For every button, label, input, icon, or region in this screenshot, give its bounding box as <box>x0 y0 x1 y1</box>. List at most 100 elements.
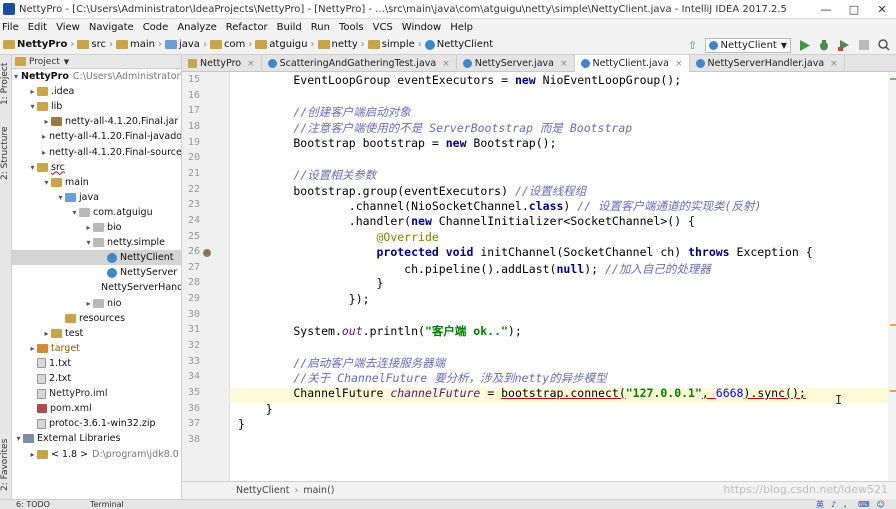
chevron-down-icon[interactable]: ▾ <box>28 102 37 111</box>
menu-item-refactor[interactable]: Refactor <box>226 22 268 33</box>
tree-item[interactable]: ▾ External Libraries <box>12 431 181 446</box>
close-icon[interactable]: × <box>247 59 255 69</box>
breadcrumb-item[interactable]: NettyClient <box>424 39 493 50</box>
editor-tab[interactable]: ScatteringAndGatheringTest.java × <box>262 55 457 72</box>
menu-item-file[interactable]: File <box>2 22 19 33</box>
tab-structure-tool[interactable]: 2: Structure <box>0 123 12 183</box>
tree-item[interactable]: ▸netty-all-4.1.20.Final-sources.jar <box>12 145 181 160</box>
override-marker-icon[interactable] <box>202 248 212 258</box>
tree-item[interactable]: ▸ < 1.8 > D:\program\jdk8.0 <box>12 447 181 462</box>
menu-item-help[interactable]: Help <box>450 22 473 33</box>
chevron-down-icon[interactable]: ▾ <box>42 178 51 187</box>
tree-item[interactable]: NettyClient <box>12 250 181 266</box>
tree-item[interactable]: ▸ netty-all-4.1.20.Final.jar <box>12 114 181 129</box>
tree-item[interactable]: ▾ netty.simple <box>12 235 181 250</box>
close-icon[interactable]: × <box>830 59 838 69</box>
chevron-down-icon[interactable]: ▾ <box>70 208 79 217</box>
tree-item[interactable]: NettyServer <box>12 265 181 280</box>
maximize-button[interactable]: □ <box>840 0 868 19</box>
tab-favorites-tool[interactable]: 2: Favorites <box>0 435 12 495</box>
chevron-right-icon[interactable]: ▸ <box>84 223 93 232</box>
code-editor[interactable]: 15 16 17 18 19 20 21 22 23 24 25 26 27 28 29 30 31 32 33 34… <box>182 72 896 481</box>
editor-tab[interactable]: NettyServer.java × <box>457 55 575 72</box>
chevron-down-icon[interactable]: ▼ <box>64 58 69 66</box>
warning-marker[interactable] <box>890 390 896 392</box>
tree-item[interactable]: ▸ bio <box>12 220 181 235</box>
editor-tab[interactable]: NettyPro × <box>182 55 262 72</box>
debug-icon[interactable] <box>816 37 832 53</box>
breadcrumb-item[interactable]: main › <box>115 39 162 50</box>
tab-terminal[interactable]: Terminal <box>90 500 124 509</box>
close-icon[interactable]: × <box>560 59 568 69</box>
tree-item[interactable]: 2.txt <box>12 371 181 386</box>
tree-item[interactable]: ▾ java <box>12 190 181 205</box>
tree-item[interactable]: ▾NettyProC:\Users\Administrator\IdeaPro <box>12 69 181 84</box>
tree-item[interactable]: pom.xml <box>12 401 181 416</box>
chevron-down-icon[interactable]: ▾ <box>14 72 18 81</box>
chevron-right-icon[interactable]: ▸ <box>28 344 37 353</box>
menu-item-analyze[interactable]: Analyze <box>177 22 216 33</box>
breadcrumb-item[interactable]: java › <box>164 39 207 50</box>
tree-item[interactable]: ▸ nio <box>12 296 181 311</box>
chevron-right-icon[interactable]: ▸ <box>28 87 37 96</box>
editor-tab[interactable]: NettyServerHandler.java × <box>690 55 845 72</box>
editor-tab[interactable]: NettyClient.java × <box>574 55 690 72</box>
run-icon[interactable] <box>796 37 812 53</box>
chevron-right-icon[interactable]: ▸ <box>42 132 46 141</box>
menu-item-code[interactable]: Code <box>143 22 169 33</box>
chevron-right-icon[interactable]: ▸ <box>42 148 46 157</box>
menu-item-run[interactable]: Run <box>311 22 330 33</box>
tree-item[interactable]: ▾ src <box>12 160 181 175</box>
tree-item[interactable]: ▸ .idea <box>12 84 181 99</box>
close-icon[interactable]: × <box>442 59 450 69</box>
chevron-down-icon[interactable]: ▾ <box>14 434 23 443</box>
tree-item[interactable]: ▸ target <box>12 341 181 356</box>
tree-item[interactable]: ▸netty-all-4.1.20.Final-javadoc.jar <box>12 129 181 144</box>
tree-item[interactable]: resources <box>12 311 181 326</box>
ime-item[interactable]: ⌨ <box>858 500 870 509</box>
ime-item[interactable]: ， <box>843 499 851 509</box>
tree-item[interactable]: ▾ lib <box>12 99 181 114</box>
tree-item[interactable]: ▸ test <box>12 326 181 341</box>
menu-item-vcs[interactable]: VCS <box>373 22 393 33</box>
tree-item[interactable]: 1.txt <box>12 356 181 371</box>
ok-marker[interactable] <box>890 78 896 80</box>
chevron-down-icon[interactable]: ▾ <box>84 238 93 247</box>
tree-item[interactable]: NettyServerHandler <box>12 280 181 295</box>
menu-item-navigate[interactable]: Navigate <box>89 22 134 33</box>
warning-marker[interactable] <box>890 324 896 326</box>
ime-item[interactable]: ♪ <box>831 500 836 509</box>
stop-icon[interactable] <box>856 37 872 53</box>
tree-item[interactable]: ▾ com.atguigu <box>12 205 181 220</box>
breadcrumb-item[interactable]: NettyPro › <box>3 39 74 50</box>
chevron-right-icon[interactable]: ▸ <box>84 299 93 308</box>
coverage-icon[interactable] <box>836 37 852 53</box>
breadcrumb-item[interactable]: atguigu › <box>255 39 315 50</box>
menu-item-build[interactable]: Build <box>277 22 302 33</box>
menu-item-tools[interactable]: Tools <box>339 22 364 33</box>
tree-item[interactable]: ▾ main <box>12 175 181 190</box>
chevron-down-icon[interactable]: ▾ <box>28 163 37 172</box>
tab-todo[interactable]: 6: TODO <box>16 500 50 509</box>
chevron-right-icon[interactable]: ▸ <box>28 450 37 459</box>
breadcrumb-item[interactable]: src › <box>77 39 113 50</box>
chevron-down-icon[interactable]: ▾ <box>56 193 65 202</box>
search-icon[interactable] <box>876 37 892 53</box>
chevron-right-icon[interactable]: ▸ <box>42 117 51 126</box>
menu-item-edit[interactable]: Edit <box>28 22 47 33</box>
menu-item-view[interactable]: View <box>56 22 80 33</box>
tree-item[interactable]: NettyPro.iml <box>12 386 181 401</box>
tab-project-tool[interactable]: 1: Project <box>0 59 12 109</box>
ime-item[interactable]: 英 <box>816 499 824 509</box>
close-button[interactable]: ✕ <box>868 0 896 19</box>
breadcrumb-item[interactable]: simple › <box>367 39 422 50</box>
close-icon[interactable]: × <box>675 59 683 69</box>
status-item-method[interactable]: main() <box>303 485 334 496</box>
chevron-right-icon[interactable]: ▸ <box>42 329 51 338</box>
breadcrumb-item[interactable]: netty › <box>317 39 365 50</box>
minimize-button[interactable]: — <box>812 0 840 19</box>
menu-item-window[interactable]: Window <box>402 22 441 33</box>
run-configuration-select[interactable]: NettyClient ▼ <box>704 37 791 53</box>
breadcrumb-item[interactable]: com › <box>209 39 252 50</box>
status-item-class[interactable]: NettyClient <box>236 485 290 496</box>
